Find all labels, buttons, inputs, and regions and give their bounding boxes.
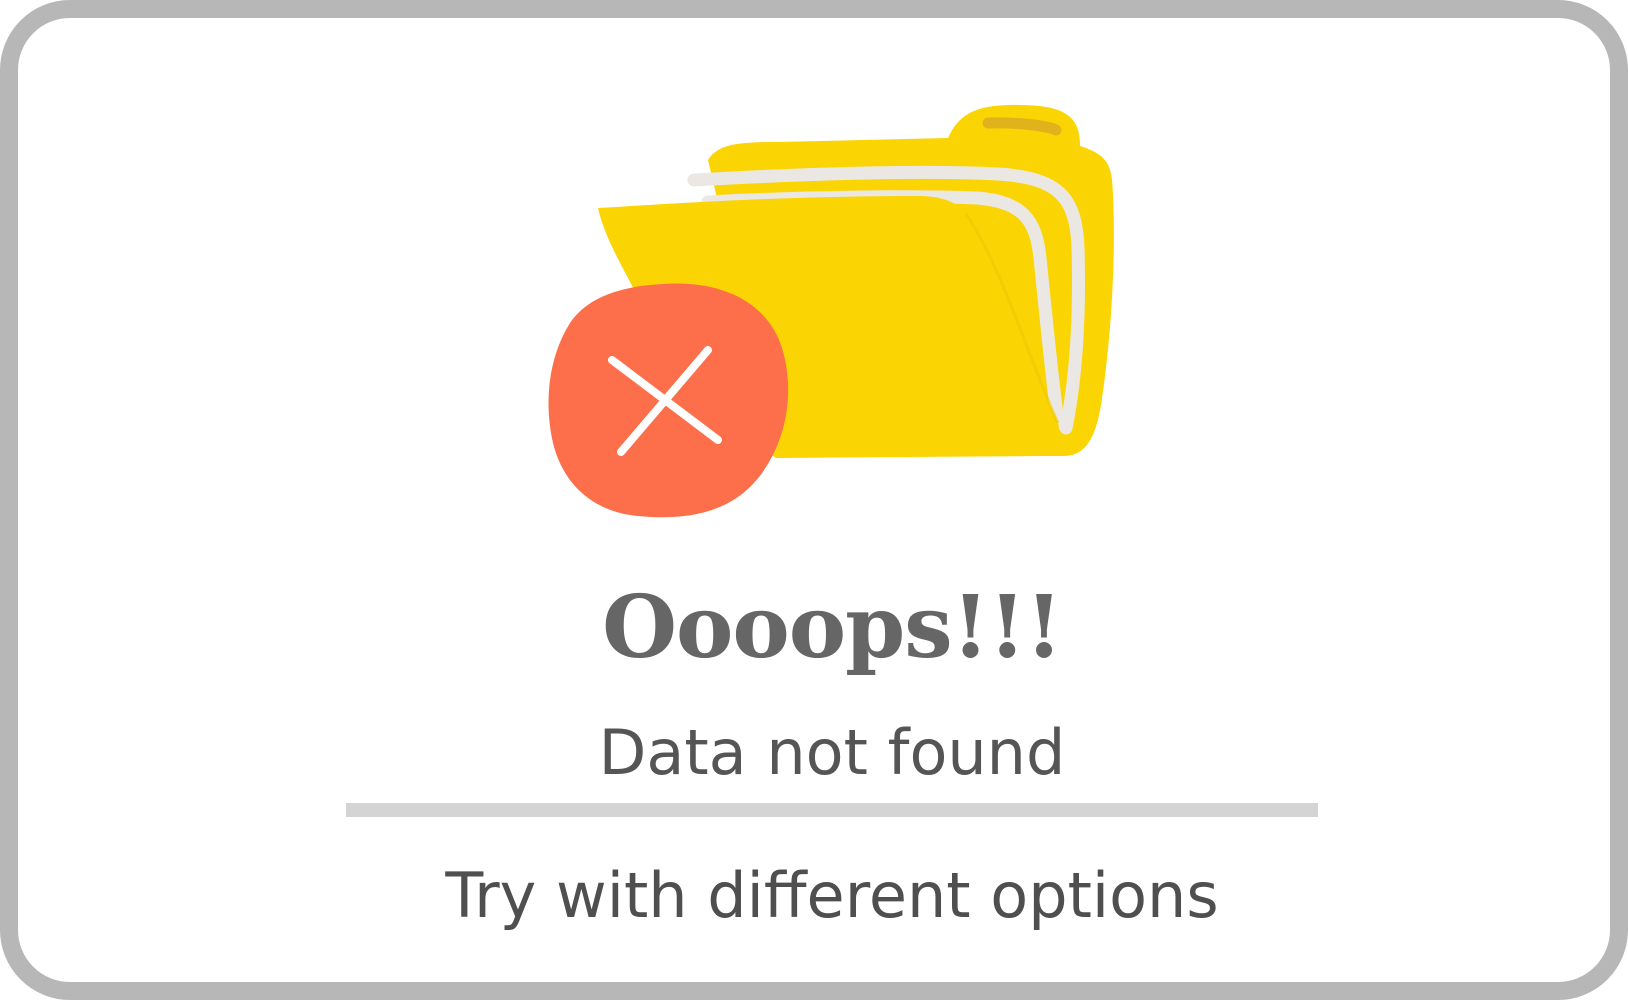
folder-error-illustration bbox=[548, 104, 1114, 518]
empty-state-hint: Try with different options bbox=[445, 859, 1219, 932]
empty-state-message: Data not found bbox=[598, 716, 1066, 789]
error-badge bbox=[548, 283, 789, 518]
empty-state-card: Oooops!!! Data not found Try with differ… bbox=[0, 0, 1628, 1000]
divider bbox=[346, 803, 1318, 817]
empty-state-title: Oooops!!! bbox=[602, 577, 1063, 678]
